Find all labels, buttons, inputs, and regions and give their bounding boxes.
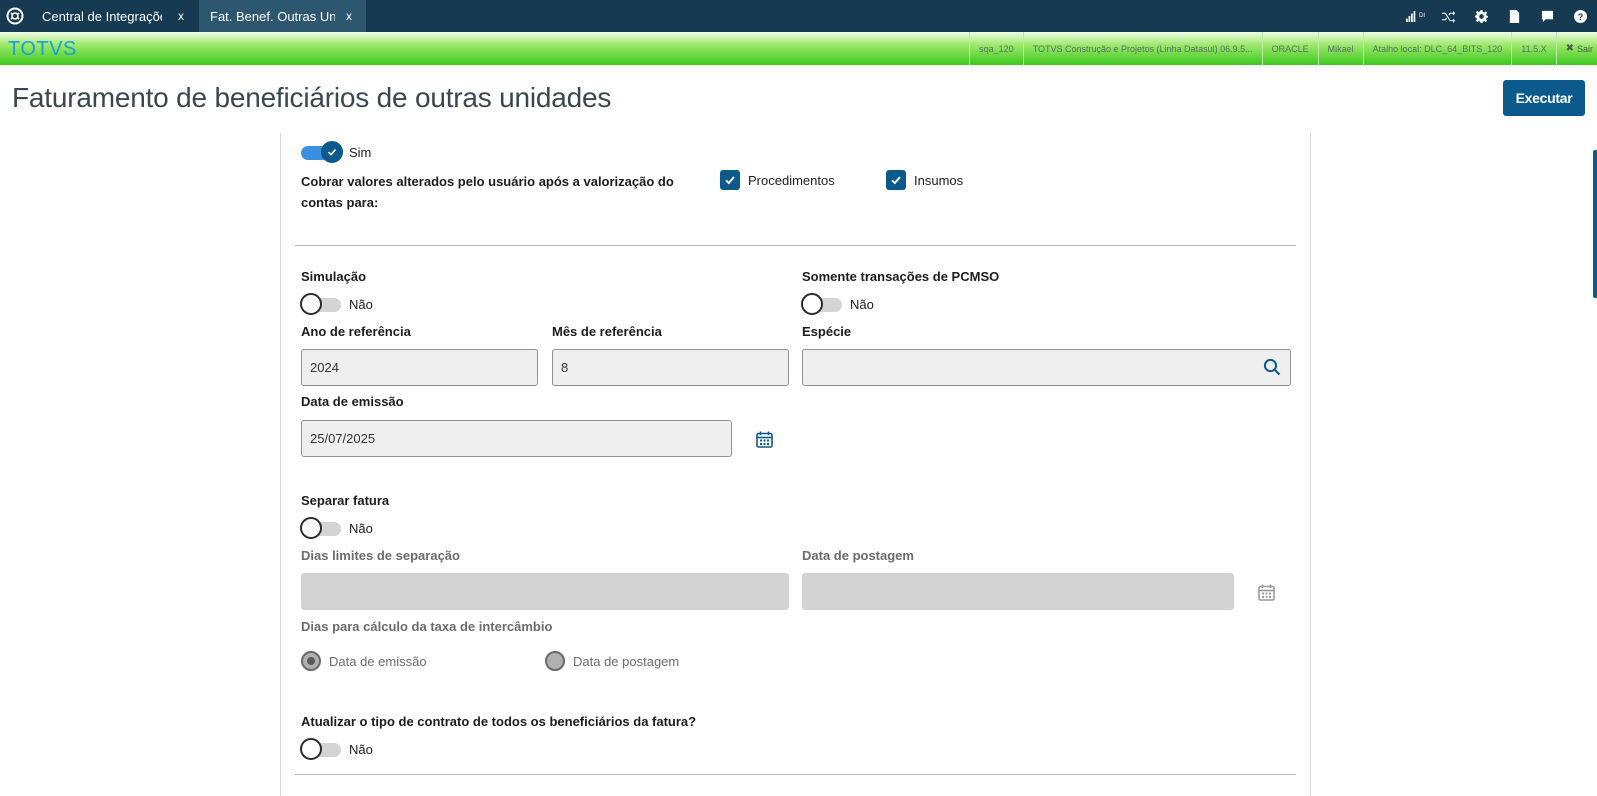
mes-label: Mês de referência (552, 324, 662, 339)
search-icon[interactable] (1262, 357, 1282, 377)
radio-data-postagem: Data de postagem (545, 651, 679, 671)
app-logo-icon[interactable] (0, 0, 30, 32)
switch-track (300, 737, 341, 760)
simulacao-switch[interactable]: Não (300, 292, 373, 315)
checkbox-label: Insumos (914, 172, 964, 188)
close-icon[interactable]: x (178, 9, 184, 23)
gear-icon[interactable] (1465, 0, 1498, 32)
check-icon (327, 148, 337, 156)
status-database: ORACLE (1261, 32, 1318, 65)
status-environment: sqa_120 (969, 32, 1023, 65)
top-switch[interactable]: Sim (301, 140, 372, 163)
product-bar: TOTVS sqa_120 TOTVS Construção e Projeto… (0, 32, 1597, 65)
divider (295, 774, 1296, 775)
signal-text: DI (1419, 13, 1425, 19)
close-icon[interactable]: x (346, 9, 352, 23)
page-title: Faturamento de beneficiários de outras u… (12, 82, 612, 113)
simulacao-label: Simulação (301, 269, 367, 284)
data-postagem-label: Data de postagem (802, 548, 914, 563)
data-emissao-label: Data de emissão (301, 394, 404, 409)
chat-icon[interactable] (1531, 0, 1564, 32)
status-items: sqa_120 TOTVS Construção e Projetos (Lin… (969, 32, 1597, 65)
document-icon[interactable] (1498, 0, 1531, 32)
tab-fat-benef-outras-uni[interactable]: Fat. Benef. Outras Uni x (199, 0, 366, 32)
switch-knob (801, 292, 823, 315)
ano-field[interactable]: 2024 (301, 349, 538, 386)
atualizar-switch[interactable]: Não (300, 737, 373, 760)
form-container (280, 133, 1311, 796)
radio-data-emissao: Data de emissão (301, 651, 427, 671)
switch-knob (300, 516, 322, 539)
logout-button[interactable]: ✖ Sair (1555, 32, 1597, 65)
radio-label: Data de emissão (329, 653, 427, 669)
logout-label: Sair (1576, 43, 1593, 54)
tab-label: Fat. Benef. Outras Uni (210, 8, 335, 24)
pcmso-switch[interactable]: Não (801, 292, 874, 315)
data-postagem-field (802, 573, 1234, 610)
radio-label: Data de postagem (573, 653, 680, 669)
switch-label: Não (349, 521, 373, 536)
scrollbar-indicator[interactable] (1593, 150, 1597, 298)
switch-track (300, 292, 341, 315)
switch-knob (300, 292, 322, 315)
especie-field[interactable] (802, 349, 1291, 386)
check-icon (891, 176, 901, 185)
signal-icon[interactable]: DI (1399, 0, 1432, 32)
procedimentos-checkbox[interactable]: Procedimentos (720, 170, 835, 190)
separar-switch[interactable]: Não (300, 516, 373, 539)
checkbox-box (720, 170, 740, 190)
switch-track (300, 516, 341, 539)
top-tab-bar: Central de Integrações x Fat. Benef. Out… (0, 0, 1597, 32)
divider (295, 245, 1296, 246)
close-icon: ✖ (1565, 43, 1574, 54)
atualizar-label: Atualizar o tipo de contrato de todos os… (301, 714, 697, 729)
brand-logo: TOTVS (8, 38, 77, 60)
switch-label: Não (349, 742, 373, 757)
shuffle-icon[interactable] (1432, 0, 1465, 32)
separar-label: Separar fatura (301, 493, 390, 508)
switch-label: Não (850, 297, 874, 312)
dias-limites-label: Dias limites de separação (301, 548, 460, 563)
calendar-icon[interactable] (754, 429, 774, 449)
status-version: 11.5.X (1511, 32, 1555, 65)
top-icon-group: DI ? (1399, 0, 1597, 32)
switch-knob (321, 140, 343, 163)
checkbox-box (886, 170, 906, 190)
tab-central-integracoes[interactable]: Central de Integrações x (31, 0, 199, 32)
switch-knob (300, 737, 322, 760)
check-icon (725, 176, 735, 185)
switch-label: Sim (349, 145, 372, 160)
ano-label: Ano de referência (301, 324, 411, 339)
help-icon[interactable]: ? (1564, 0, 1597, 32)
tab-label: Central de Integrações (42, 8, 162, 24)
pcmso-label: Somente transações de PCMSO (802, 269, 1000, 284)
radio-dot (307, 657, 315, 665)
cobrar-label: Cobrar valores alterados pelo usuário ap… (301, 174, 674, 210)
calendar-icon (1256, 582, 1276, 602)
status-company[interactable]: TOTVS Construção e Projetos (Linha Datas… (1022, 32, 1262, 65)
checkbox-label: Procedimentos (748, 172, 835, 188)
switch-track (801, 292, 842, 315)
switch-label: Não (349, 297, 373, 312)
switch-track (301, 140, 343, 163)
mes-field[interactable]: 8 (552, 349, 789, 386)
status-shortcut: Atalho local: DLC_64_BITS_120 (1362, 32, 1512, 65)
dias-limites-field (301, 573, 789, 610)
dias-calculo-label: Dias para cálculo da taxa de intercâmbio (301, 619, 553, 634)
svg-text:?: ? (1578, 11, 1584, 21)
data-emissao-field[interactable]: 25/07/2025 (301, 420, 732, 457)
radio-circle (545, 651, 565, 671)
execute-button[interactable]: Executar (1503, 80, 1585, 116)
status-user[interactable]: Mikael (1317, 32, 1363, 65)
especie-label: Espécie (802, 324, 852, 339)
insumos-checkbox[interactable]: Insumos (886, 170, 963, 190)
radio-circle (301, 651, 321, 671)
